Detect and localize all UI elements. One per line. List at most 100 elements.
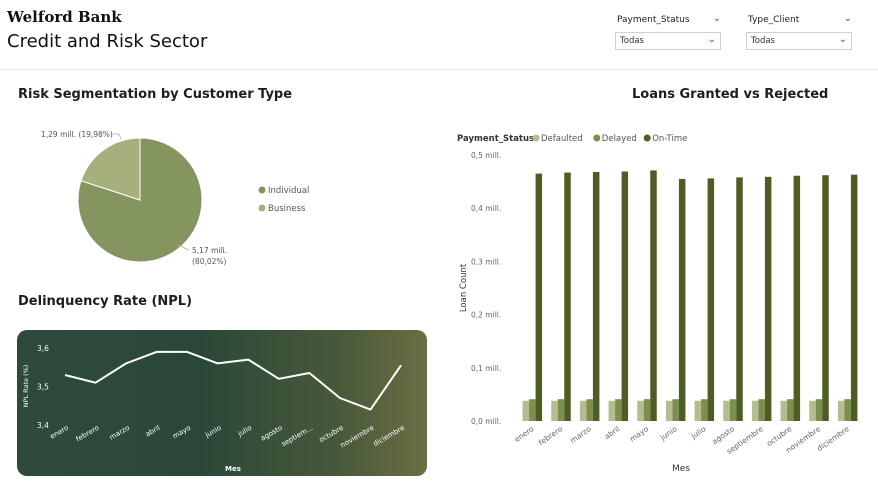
npl-y-tick-label: 3,5 <box>37 383 49 392</box>
payment-status-dropdown[interactable]: Todas ⌄ <box>615 32 721 50</box>
bar-on-time-julio[interactable] <box>707 178 715 421</box>
bar-delayed-abril[interactable] <box>615 399 622 421</box>
legend-marker-delayed <box>593 134 601 142</box>
legend-label-business: Business <box>268 204 306 214</box>
legend-label-on-time: On-Time <box>652 134 687 144</box>
bar-delayed-enero[interactable] <box>529 399 536 421</box>
bar-delayed-junio[interactable] <box>672 399 679 421</box>
y-axis-label: Loan Count <box>459 263 469 312</box>
chevron-down-icon: ⌄ <box>838 34 847 45</box>
legend-marker-individual <box>258 186 266 194</box>
x-tick-label: junio <box>658 424 679 443</box>
bar-delayed-febrero[interactable] <box>557 399 565 421</box>
npl-x-tick-label: marzo <box>108 424 131 442</box>
npl-series-line[interactable] <box>64 350 402 411</box>
bar-on-time-diciembre[interactable] <box>850 174 858 421</box>
bar-defaulted-noviembre[interactable] <box>809 400 816 421</box>
bar-on-time-agosto[interactable] <box>736 177 743 421</box>
legend-marker-defaulted <box>532 134 540 142</box>
bar-delayed-octubre[interactable] <box>787 399 794 421</box>
page-title: Credit and Risk Sector <box>7 31 208 52</box>
bar-defaulted-septiembre[interactable] <box>751 400 759 421</box>
bar-chart-title: Loans Granted vs Rejected <box>632 87 829 102</box>
x-tick-label: mayo <box>628 424 651 444</box>
chevron-down-icon: ⌄ <box>707 34 716 45</box>
npl-x-tick-label: noviembre <box>339 424 375 450</box>
bar-on-time-octubre[interactable] <box>793 175 801 421</box>
bar-on-time-mayo[interactable] <box>650 170 657 421</box>
bar-defaulted-abril[interactable] <box>608 400 616 421</box>
bar-on-time-febrero[interactable] <box>564 172 571 421</box>
npl-x-tick-label: febrero <box>75 424 101 444</box>
bar-delayed-septiembre[interactable] <box>758 399 765 421</box>
npl-y-axis-label: NPL Rate (%) <box>22 365 30 408</box>
bar-on-time-septiembre[interactable] <box>764 176 772 421</box>
bar-on-time-junio[interactable] <box>678 178 686 421</box>
npl-x-tick-label: septiem... <box>280 424 314 448</box>
bar-delayed-julio[interactable] <box>701 399 708 421</box>
npl-x-tick-label: junio <box>203 424 223 440</box>
npl-line-chart: 3,4 3,5 3,6 NPL Rate (%) enero febrero marzo ab… <box>22 344 406 473</box>
bar-defaulted-marzo[interactable] <box>579 400 587 421</box>
bar-defaulted-agosto[interactable] <box>723 400 730 421</box>
npl-x-tick-label: mayo <box>171 424 192 441</box>
bar-on-time-abril[interactable] <box>621 171 629 421</box>
pie-chart: 5,17 mill. (80,02%) 1,29 mill. (19,98%) Ind… <box>41 130 309 266</box>
npl-x-axis-label: Mes <box>225 465 241 473</box>
bar-legend-title: Payment_Status <box>457 134 534 144</box>
legend-label-defaulted: Defaulted <box>541 134 583 144</box>
bar-defaulted-junio[interactable] <box>665 400 673 421</box>
npl-x-tick-label: enero <box>49 424 70 441</box>
npl-x-tick-label: julio <box>236 424 253 439</box>
bar-defaulted-enero[interactable] <box>522 400 530 421</box>
bar-delayed-noviembre[interactable] <box>815 399 823 421</box>
legend-label-delayed: Delayed <box>602 134 637 144</box>
bar-on-time-enero[interactable] <box>535 173 543 421</box>
pie-chart-title: Risk Segmentation by Customer Type <box>18 87 293 102</box>
bar-on-time-marzo[interactable] <box>592 172 600 421</box>
bar-defaulted-octubre[interactable] <box>780 400 788 421</box>
y-tick-label: 0,1 mill. <box>471 364 501 373</box>
y-tick-label: 0,5 mill. <box>471 151 501 160</box>
npl-chart-panel: 3,4 3,5 3,6 NPL Rate (%) enero febrero marzo ab… <box>17 330 427 476</box>
bar-defaulted-febrero[interactable] <box>551 400 558 421</box>
npl-y-tick-label: 3,6 <box>37 344 49 353</box>
npl-chart-title: Delinquency Rate (NPL) <box>18 294 193 309</box>
bar-delayed-agosto[interactable] <box>729 399 737 421</box>
y-tick-label: 0,4 mill. <box>471 204 501 213</box>
chevron-down-icon[interactable]: ⌄ <box>844 13 852 24</box>
report-header: Welford Bank Credit and Risk Sector Paym… <box>0 0 878 70</box>
pie-data-label-individual: 5,17 mill. <box>192 246 227 255</box>
x-tick-label: abril <box>603 424 622 441</box>
bar-defaulted-julio[interactable] <box>694 400 702 421</box>
payment-status-filter-label: Payment_Status <box>617 15 690 25</box>
bar-delayed-diciembre[interactable] <box>844 399 851 421</box>
npl-x-tick-label: diciembre <box>372 424 406 448</box>
bar-delayed-marzo[interactable] <box>586 399 593 421</box>
bar-delayed-mayo[interactable] <box>643 399 651 421</box>
chevron-down-icon[interactable]: ⌄ <box>713 13 721 24</box>
y-tick-label: 0,3 mill. <box>471 257 501 266</box>
type-client-dropdown[interactable]: Todas ⌄ <box>746 32 852 50</box>
x-tick-label: marzo <box>568 424 593 445</box>
npl-x-tick-label: agosto <box>259 424 284 443</box>
bar-defaulted-mayo[interactable] <box>637 400 644 421</box>
x-tick-label: diciembre <box>815 424 851 453</box>
legend-marker-business <box>258 204 266 212</box>
bar-chart: Payment_Status Defaulted Delayed On-Time 0,0… <box>457 134 858 474</box>
pie-data-label-business: 1,29 mill. (19,98%) <box>41 130 113 139</box>
bar-defaulted-diciembre[interactable] <box>837 400 845 421</box>
payment-status-value: Todas <box>620 36 644 46</box>
x-axis-label: Mes <box>672 464 690 474</box>
pie-data-label-individual-pct: (80,02%) <box>192 257 227 266</box>
y-tick-label: 0,0 mill. <box>471 417 501 426</box>
npl-x-tick-label: abril <box>144 424 161 439</box>
x-tick-label: enero <box>513 424 536 444</box>
x-tick-label: julio <box>689 424 708 441</box>
type-client-value: Todas <box>751 36 775 46</box>
bar-on-time-noviembre[interactable] <box>822 175 829 421</box>
legend-marker-on-time <box>643 134 651 142</box>
legend-label-individual: Individual <box>268 186 309 196</box>
type-client-filter-label: Type_Client <box>748 15 800 25</box>
x-tick-label: febrero <box>537 424 565 447</box>
